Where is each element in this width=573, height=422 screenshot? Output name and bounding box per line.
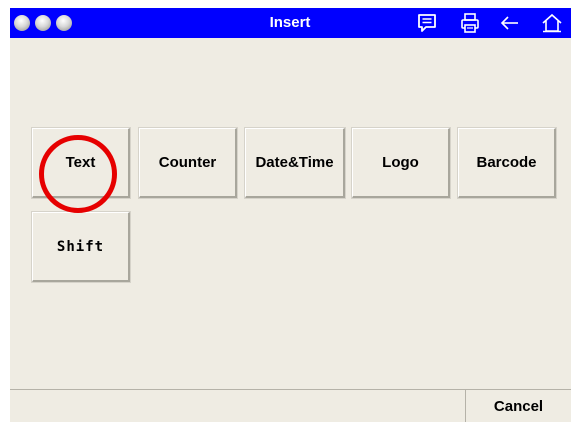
title-bar: Insert xyxy=(10,8,571,38)
home-icon[interactable] xyxy=(540,11,564,35)
message-icon[interactable] xyxy=(415,11,439,35)
print-icon[interactable] xyxy=(458,11,482,35)
insert-barcode-label: Barcode xyxy=(476,154,537,171)
insert-counter-label: Counter xyxy=(158,154,217,171)
insert-text-button[interactable]: Text xyxy=(32,128,130,198)
cancel-button[interactable]: Cancel xyxy=(465,390,571,422)
window-dot-2[interactable] xyxy=(35,15,51,31)
insert-text-label: Text xyxy=(65,154,96,171)
insert-datetime-label: Date&Time xyxy=(255,154,334,171)
window-dot-1[interactable] xyxy=(14,15,30,31)
insert-shift-label: Shift xyxy=(56,238,105,255)
insert-logo-button[interactable]: Logo xyxy=(352,128,450,198)
insert-shift-button[interactable]: Shift xyxy=(32,212,130,282)
back-arrow-icon[interactable] xyxy=(498,11,522,35)
insert-logo-label: Logo xyxy=(382,154,419,171)
insert-counter-button[interactable]: Counter xyxy=(139,128,237,198)
cancel-label: Cancel xyxy=(493,397,544,415)
insert-datetime-button[interactable]: Date&Time xyxy=(245,128,345,198)
window-dot-3[interactable] xyxy=(56,15,72,31)
insert-screen: Insert Text Counter Date&Time Logo Barco… xyxy=(10,8,571,422)
page-title: Insert xyxy=(269,14,311,31)
insert-barcode-button[interactable]: Barcode xyxy=(458,128,556,198)
